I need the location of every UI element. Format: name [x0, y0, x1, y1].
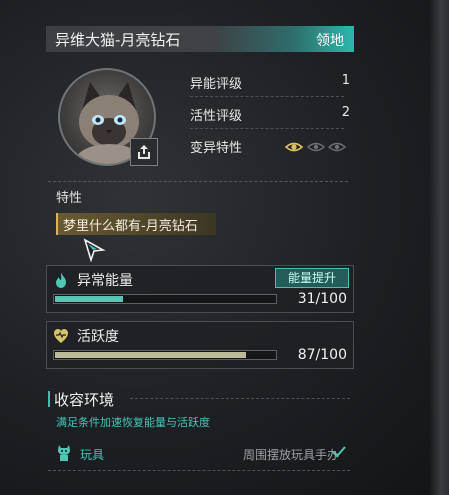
eye-icon-inactive: [306, 142, 326, 152]
energy-boost-button[interactable]: 能量提升: [275, 268, 349, 288]
activity-bar-fill: [55, 352, 246, 358]
activity-value: 87/100: [297, 347, 347, 363]
share-button[interactable]: [130, 138, 158, 166]
divider: [48, 470, 350, 471]
energy-value: 31/100: [297, 291, 347, 307]
share-icon: [138, 145, 150, 159]
toy-icon: [58, 445, 70, 461]
energy-bar: [53, 294, 277, 304]
mutation-trait-label: 变异特性: [190, 141, 243, 156]
checkmark-icon: [332, 446, 346, 458]
flame-icon: [56, 272, 66, 288]
pet-header: 异维大猫-月亮钻石 领地: [46, 26, 354, 52]
abnormal-energy-panel: 异常能量 能量提升 31/100: [46, 265, 354, 313]
mouse-cursor-icon: [82, 238, 106, 266]
environment-title: 收容环境: [54, 391, 115, 409]
section-divider: [48, 181, 348, 182]
territory-tab[interactable]: 领地: [316, 30, 344, 50]
divider: [130, 398, 350, 399]
energy-label: 异常能量: [77, 273, 133, 289]
ability-rating-label: 异能评级: [190, 77, 243, 92]
ability-rating-value: 1: [341, 73, 350, 88]
trait-tag[interactable]: 梦里什么都有-月亮钻石: [56, 213, 216, 235]
activity-rating-label: 活性评级: [190, 109, 243, 124]
activity-label: 活跃度: [77, 329, 119, 345]
activity-panel: 活跃度 87/100: [46, 321, 354, 369]
pet-name: 异维大猫-月亮钻石: [55, 31, 181, 49]
mutation-eye-indicators: [284, 139, 347, 153]
activity-rating-row: 活性评级 2: [190, 105, 350, 125]
divider: [190, 128, 344, 129]
trait-section-label: 特性: [56, 191, 83, 206]
ability-rating-row: 异能评级 1: [190, 73, 350, 93]
eye-icon-inactive: [327, 142, 347, 152]
toy-requirement-label: 玩具: [80, 448, 105, 462]
environment-description: 满足条件加速恢复能量与活跃度: [56, 416, 210, 429]
background-edge: [429, 0, 449, 495]
activity-rating-value: 2: [341, 105, 350, 120]
energy-bar-fill: [55, 296, 123, 302]
toy-requirement-description: 周围摆放玩具手办: [242, 448, 339, 462]
activity-bar: [53, 350, 277, 360]
heart-pulse-icon: [54, 329, 68, 343]
divider: [190, 96, 344, 97]
eye-icon-active: [284, 142, 304, 152]
section-accent-bar: [48, 391, 50, 407]
